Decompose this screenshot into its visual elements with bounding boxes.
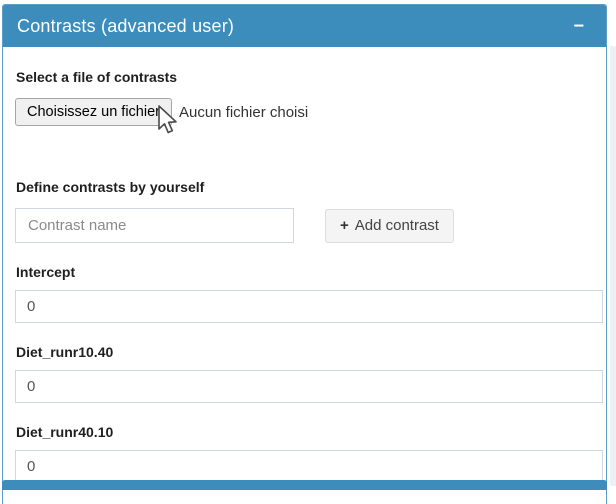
contrast-value-input[interactable]	[15, 370, 603, 403]
contrast-field-label: Diet_runr40.10	[16, 424, 595, 440]
contrast-field-intercept: Intercept	[15, 264, 595, 323]
file-status-text: Aucun fichier choisi	[179, 104, 308, 121]
define-section-label: Define contrasts by yourself	[16, 179, 595, 195]
collapse-icon[interactable]: −	[568, 16, 590, 37]
plus-icon: +	[340, 218, 349, 233]
contrast-field-diet-runr10-40: Diet_runr10.40	[15, 344, 595, 403]
contrasts-panel: Contrasts (advanced user) − Select a fil…	[2, 4, 607, 504]
next-panel-header-edge[interactable]	[2, 480, 607, 490]
file-input-row: Choisissez un fichier Aucun fichier choi…	[15, 98, 595, 126]
contrast-field-label: Diet_runr10.40	[16, 344, 595, 360]
add-contrast-button[interactable]: + Add contrast	[325, 209, 454, 243]
page-background-strip	[610, 46, 616, 486]
contrast-value-input[interactable]	[15, 290, 603, 323]
define-contrast-row: + Add contrast	[15, 208, 595, 243]
file-section-label: Select a file of contrasts	[16, 69, 595, 85]
contrast-field-label: Intercept	[16, 264, 595, 280]
contrasts-panel-header[interactable]: Contrasts (advanced user) −	[3, 5, 606, 47]
contrast-value-input[interactable]	[15, 450, 603, 483]
contrasts-panel-body: Select a file of contrasts Choisissez un…	[3, 47, 606, 483]
add-contrast-button-label: Add contrast	[355, 217, 439, 234]
contrast-name-input[interactable]	[15, 208, 294, 243]
contrast-field-diet-runr40-10: Diet_runr40.10	[15, 424, 595, 483]
choose-file-button[interactable]: Choisissez un fichier	[15, 98, 172, 126]
panel-title: Contrasts (advanced user)	[17, 16, 568, 37]
